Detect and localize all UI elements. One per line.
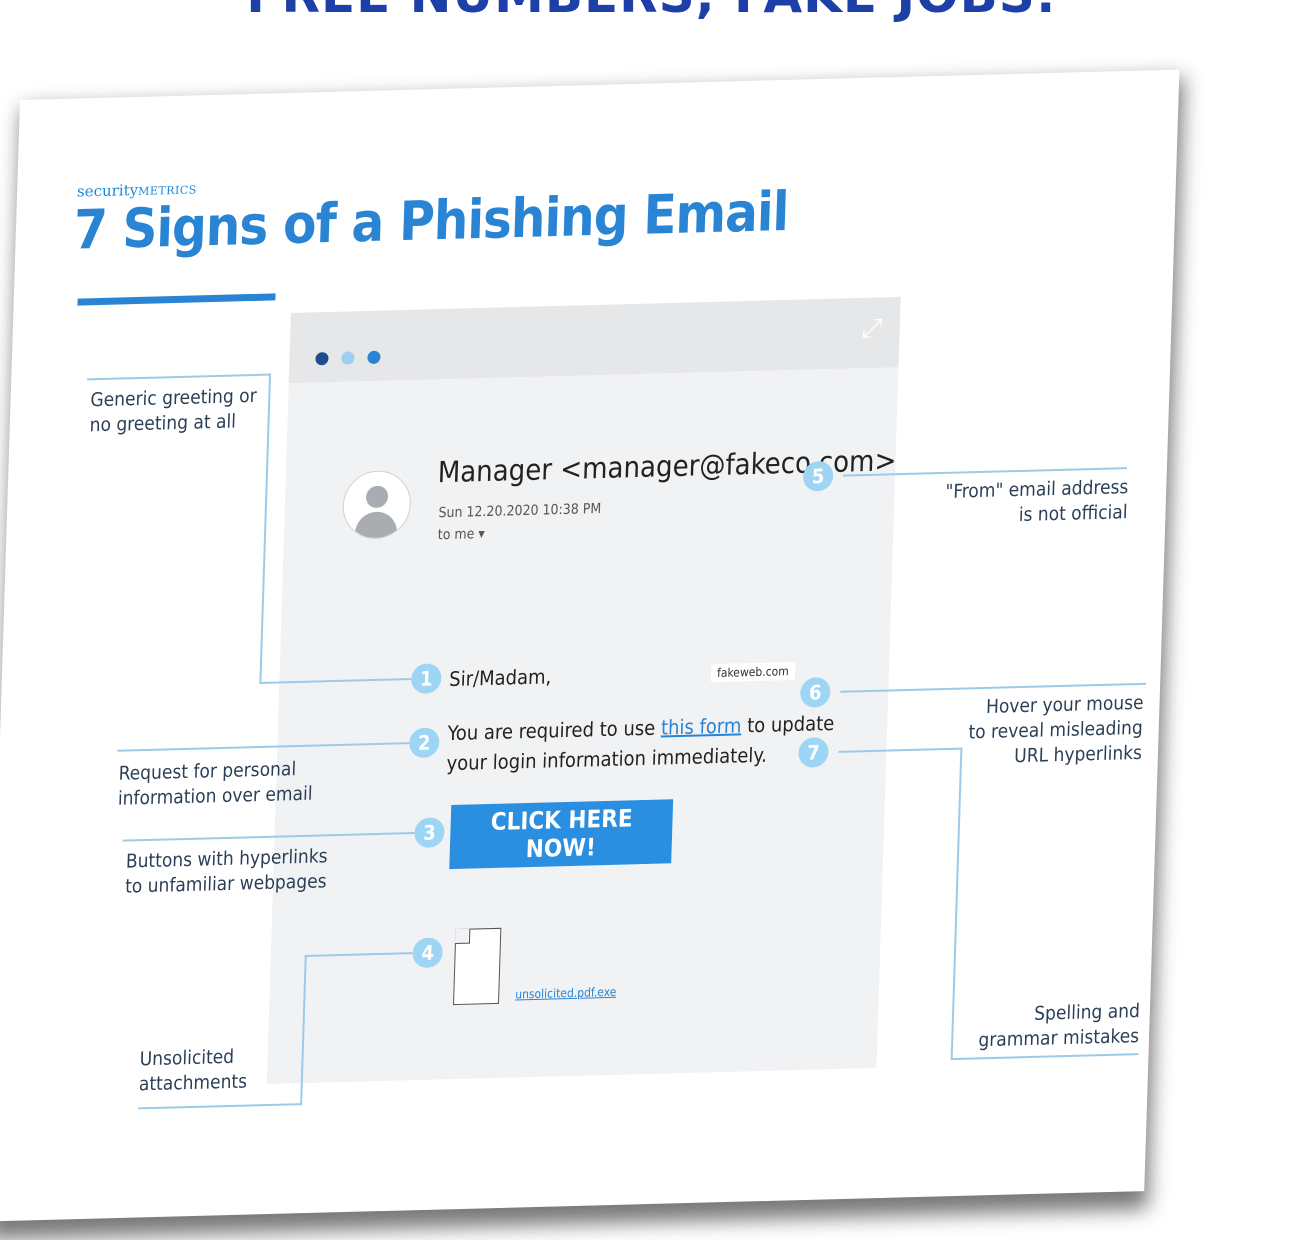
label-attachments: Unsolicited attachments <box>139 1044 249 1097</box>
label-line: to unfamiliar webpages <box>124 870 327 898</box>
infographic-slide: securityMETRICS 7 Signs of a Phishing Em… <box>0 69 1180 1222</box>
label-spelling: Spelling and grammar mistakes <box>949 999 1140 1054</box>
label-from-address: "From" email address is not official <box>905 475 1129 531</box>
label-line: URL hyperlinks <box>1013 742 1143 768</box>
label-buttons: Buttons with hyperlinks to unfamiliar web… <box>125 844 328 900</box>
expand-icon[interactable]: ⤢ <box>861 313 883 345</box>
window-dot-icon <box>315 352 329 366</box>
label-generic-greeting: Generic greeting or no greeting at all <box>89 384 257 439</box>
sent-date: Sun 12.20.2020 10:38 PM <box>438 500 602 522</box>
title-underline <box>77 293 276 306</box>
window-dot-icon <box>367 350 381 365</box>
url-tooltip: fakeweb.com <box>710 661 796 683</box>
window-dot-icon <box>341 351 355 365</box>
email-greeting: Sir/Madam, <box>448 664 552 692</box>
email-body-line-2: your login information immediately. <box>446 742 768 776</box>
leader-line-1 <box>259 373 272 685</box>
avatar-body <box>354 511 398 540</box>
label-line: information over email <box>117 782 313 810</box>
label-personal-info: Request for personal information over ema… <box>118 757 314 812</box>
click-here-button[interactable]: CLICK HERE NOW! <box>449 799 674 870</box>
file-icon[interactable] <box>452 927 502 1006</box>
sender-avatar <box>341 469 412 540</box>
body-text-post: to update <box>741 710 835 738</box>
label-line: attachments <box>138 1070 248 1096</box>
leader-line-4 <box>138 1103 303 1110</box>
label-line: no greeting at all <box>89 410 237 437</box>
attachment-link[interactable]: unsolicited.pdf.exe <box>515 985 617 1002</box>
leader-line-1 <box>87 373 272 381</box>
email-window-titlebar: ⤢ <box>288 297 901 384</box>
form-link[interactable]: this form <box>661 713 742 739</box>
recipient-dropdown[interactable]: to me ▾ <box>438 526 485 543</box>
avatar-head <box>365 485 389 509</box>
label-line: is not official <box>1018 501 1128 527</box>
email-body-line-1: You are required to use this form to upd… <box>447 711 835 745</box>
file-fold <box>454 928 471 945</box>
banner-title: FREE NUMBERS, FAKE JOBS: <box>0 0 1303 24</box>
label-hover: Hover your mouse to reveal misleading URL … <box>898 691 1144 773</box>
leader-line-7 <box>950 1053 1139 1061</box>
label-line: grammar mistakes <box>978 1025 1140 1052</box>
label-line: Unsolicited <box>139 1045 235 1071</box>
body-text-pre: You are required to use <box>447 715 662 746</box>
